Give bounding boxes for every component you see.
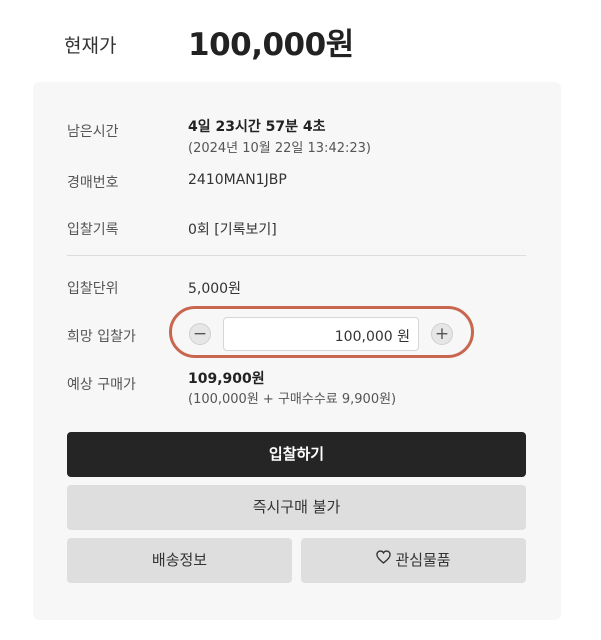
plus-icon: +: [434, 324, 450, 344]
desired-bid-label: 희망 입찰가: [67, 329, 136, 345]
remaining-time-deadline: (2024년 10월 22일 13:42:23): [188, 141, 371, 156]
expected-price-breakdown: (100,000원 + 구매수수료 9,900원): [188, 392, 397, 407]
wishlist-button-label: 관심물품: [395, 551, 451, 569]
bid-history-count: 0회: [188, 222, 210, 238]
bid-history-row: 0회 [기록보기]: [188, 219, 277, 239]
auction-number-value: 2410MAN1JBP: [188, 172, 287, 188]
current-price-label: 현재가: [64, 35, 117, 57]
expected-price-label: 예상 구매가: [67, 377, 136, 393]
wishlist-button[interactable]: 관심물품: [301, 538, 526, 583]
bid-unit-label: 입찰단위: [67, 281, 119, 297]
remaining-time-label: 남은시간: [67, 124, 119, 140]
auction-info-card: 남은시간 4일 23시간 57분 4초 (2024년 10월 22일 13:42…: [33, 82, 561, 620]
section-divider: [67, 255, 526, 256]
heart-outline-icon: [376, 537, 392, 582]
bid-history-link[interactable]: [기록보기]: [214, 222, 276, 238]
bid-history-label: 입찰기록: [67, 222, 119, 238]
expected-price-value: 109,900원: [188, 371, 265, 387]
bid-button[interactable]: 입찰하기: [67, 432, 526, 477]
increment-button[interactable]: +: [431, 323, 453, 345]
remaining-time-value: 4일 23시간 57분 4초: [188, 119, 326, 135]
minus-icon: −: [192, 324, 208, 344]
instant-buy-button[interactable]: 즉시구매 불가: [67, 485, 526, 530]
bid-amount-input[interactable]: 100,000 원: [223, 317, 419, 351]
shipping-info-button[interactable]: 배송정보: [67, 538, 292, 583]
auction-number-label: 경매번호: [67, 175, 119, 191]
current-price-value: 100,000원: [188, 27, 354, 63]
bid-unit-value: 5,000원: [188, 281, 241, 297]
decrement-button[interactable]: −: [189, 323, 211, 345]
